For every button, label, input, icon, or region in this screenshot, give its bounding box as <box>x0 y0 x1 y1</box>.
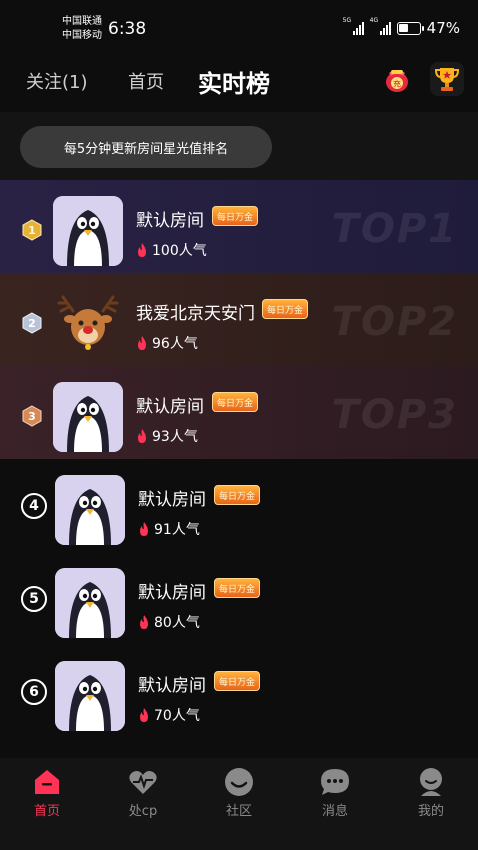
heartbeat-icon <box>127 766 159 798</box>
status-indicators: 5G 4G 47% <box>343 17 460 37</box>
silver-medal-icon: 2 <box>21 312 43 334</box>
rank-number: 5 <box>21 586 47 612</box>
signal-4g-icon: 4G <box>370 17 391 35</box>
flame-icon <box>140 522 148 536</box>
nav-profile[interactable]: 我的 <box>401 766 461 819</box>
red-envelope-icon[interactable]: 充 <box>380 62 414 96</box>
avatar <box>53 196 123 266</box>
ranking-list: 1 默认房间 每日万金 100人气 TOP1 2 我爱北京天安门 每日万金 96… <box>0 180 478 738</box>
avatar <box>55 568 125 638</box>
flame-icon <box>138 336 146 350</box>
message-icon <box>319 766 351 798</box>
ranking-row-5[interactable]: 5 默认房间 每日万金 80人气 <box>0 552 478 645</box>
battery-percent: 47% <box>426 19 460 37</box>
daily-badge: 每日万金 <box>262 299 308 319</box>
status-bar: 中国联通 中国移动 6:38 5G 4G 47% <box>0 0 478 56</box>
flame-icon <box>138 429 146 443</box>
signal-5g-label: 5G <box>342 17 352 24</box>
popularity: 91人气 <box>138 519 200 539</box>
daily-badge: 每日万金 <box>212 206 258 226</box>
popularity: 70人气 <box>138 705 200 725</box>
daily-badge: 每日万金 <box>212 392 258 412</box>
top-label: TOP1 <box>331 206 458 252</box>
popularity-value: 93人气 <box>152 429 198 445</box>
top-label: TOP2 <box>331 299 458 345</box>
daily-badge: 每日万金 <box>214 671 260 691</box>
rank-number: 6 <box>21 679 47 705</box>
trophy-icon[interactable] <box>430 62 464 96</box>
profile-icon <box>415 766 447 798</box>
flame-icon <box>138 243 146 257</box>
tab-realtime-ranking[interactable]: 实时榜 <box>198 64 270 99</box>
nav-label: 首页 <box>33 804 60 819</box>
ranking-row-2[interactable]: 2 我爱北京天安门 每日万金 96人气 TOP2 <box>0 273 478 366</box>
carrier-names: 中国联通 中国移动 <box>62 15 102 43</box>
popularity: 80人气 <box>138 612 200 632</box>
bronze-medal-icon: 3 <box>21 405 43 427</box>
signal-5g-icon: 5G <box>343 17 364 35</box>
nav-home[interactable]: 首页 <box>17 766 77 819</box>
carrier-2: 中国移动 <box>62 30 102 41</box>
room-name: 默认房间 <box>138 490 206 510</box>
room-name: 默认房间 <box>138 583 206 603</box>
popularity-value: 70人气 <box>154 708 200 724</box>
nav-label: 我的 <box>417 804 444 819</box>
room-name: 默认房间 <box>136 397 204 417</box>
nav-cp[interactable]: 处cp <box>113 766 173 819</box>
popularity-value: 96人气 <box>152 336 198 352</box>
rank-number: 2 <box>28 316 36 330</box>
room-name: 默认房间 <box>136 211 204 231</box>
popularity-value: 91人气 <box>154 522 200 538</box>
tab-follow[interactable]: 关注(1) <box>26 68 88 94</box>
popularity: 96人气 <box>136 333 198 353</box>
nav-community[interactable]: 社区 <box>209 766 269 819</box>
clock: 6:38 <box>108 19 147 39</box>
ranking-row-3[interactable]: 3 默认房间 每日万金 93人气 TOP3 <box>0 366 478 459</box>
update-info-pill: 每5分钟更新房间星光值排名 <box>20 126 272 168</box>
avatar <box>53 382 123 452</box>
popularity-value: 80人气 <box>154 615 200 631</box>
bottom-navigation: 首页 处cp 社区 消息 我的 <box>0 758 478 850</box>
ranking-info-bar: 每5分钟更新房间星光值排名 <box>0 112 478 180</box>
rank-number: 3 <box>28 409 36 423</box>
rank-number: 1 <box>28 223 36 237</box>
avatar <box>53 289 123 359</box>
avatar <box>55 475 125 545</box>
home-icon <box>31 766 63 798</box>
rank-number: 4 <box>21 493 47 519</box>
ranking-row-1[interactable]: 1 默认房间 每日万金 100人气 TOP1 <box>0 180 478 273</box>
community-icon <box>223 766 255 798</box>
daily-badge: 每日万金 <box>214 578 260 598</box>
nav-label: 社区 <box>225 804 252 819</box>
room-name: 我爱北京天安门 <box>136 304 255 324</box>
flame-icon <box>140 708 148 722</box>
popularity: 100人气 <box>136 240 207 260</box>
nav-label: 消息 <box>321 804 348 819</box>
ranking-row-4[interactable]: 4 默认房间 每日万金 91人气 <box>0 459 478 552</box>
carrier-1: 中国联通 <box>62 16 102 27</box>
flame-icon <box>140 615 148 629</box>
ranking-row-6[interactable]: 6 默认房间 每日万金 70人气 <box>0 645 478 738</box>
gold-medal-icon: 1 <box>21 219 43 241</box>
battery-icon <box>396 21 424 35</box>
nav-messages[interactable]: 消息 <box>305 766 365 819</box>
signal-4g-label: 4G <box>369 17 379 24</box>
room-name: 默认房间 <box>138 676 206 696</box>
top-tabs: 关注(1) 首页 实时榜 充 <box>0 56 478 106</box>
avatar <box>55 661 125 731</box>
popularity-value: 100人气 <box>152 243 207 259</box>
popularity: 93人气 <box>136 426 198 446</box>
daily-badge: 每日万金 <box>214 485 260 505</box>
tab-home[interactable]: 首页 <box>128 68 164 94</box>
nav-label: 处cp <box>128 804 158 819</box>
gift-icon-text: 充 <box>393 79 401 89</box>
top-label: TOP3 <box>331 392 458 438</box>
